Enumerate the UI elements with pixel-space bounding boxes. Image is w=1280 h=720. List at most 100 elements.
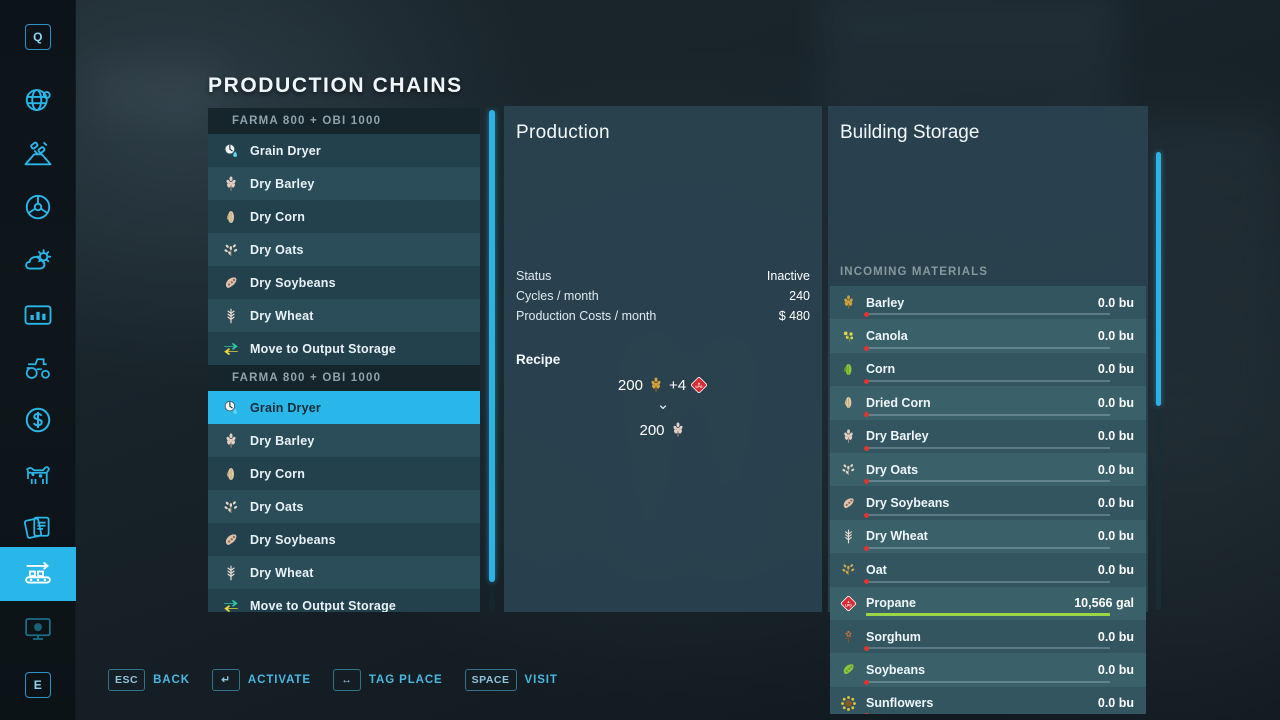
storage-row[interactable]: Canola 0.0 bu	[830, 319, 1146, 353]
footer-hint-label: VISIT	[524, 674, 558, 686]
chain-row-dry-corn[interactable]: Dry Corn	[208, 457, 480, 490]
storage-item-amount: 0.0 bu	[1097, 696, 1134, 711]
production-stat-row: Production Costs / month $ 480	[516, 306, 810, 326]
chain-list-scrollbar-thumb[interactable]	[489, 110, 495, 582]
production-stat-value: 240	[789, 289, 810, 303]
soybean-icon	[838, 660, 858, 680]
chain-row-dry-oats[interactable]: Dry Oats	[208, 233, 480, 266]
storage-item-amount: 0.0 bu	[1097, 496, 1134, 511]
chain-row-dry-soybeans[interactable]: Dry Soybeans	[208, 523, 480, 556]
storage-row[interactable]: Soybeans 0.0 bu	[830, 653, 1146, 687]
sidebar-item-production[interactable]	[0, 547, 76, 601]
sidebar-item-key-e[interactable]: E	[0, 658, 76, 712]
chain-row-dry-oats[interactable]: Dry Oats	[208, 490, 480, 523]
chain-row-move-to-output-storage[interactable]: Move to Output Storage	[208, 589, 480, 612]
barley-dry-icon	[220, 431, 242, 451]
chain-row-dry-corn[interactable]: Dry Corn	[208, 200, 480, 233]
footer-hint-back[interactable]: ESC BACK	[108, 669, 190, 691]
sidebar-item-finances[interactable]	[0, 393, 76, 447]
footer-hint-label: BACK	[153, 674, 190, 686]
chain-row-dry-wheat[interactable]: Dry Wheat	[208, 299, 480, 332]
chain-row-label: Grain Dryer	[250, 400, 321, 415]
storage-row[interactable]: Dry Oats 0.0 bu	[830, 452, 1146, 487]
production-stat-row: Status Inactive	[516, 266, 810, 286]
storage-fill-bar	[866, 680, 1110, 683]
footer-hint-activate[interactable]: ↵ ACTIVATE	[211, 669, 311, 691]
chain-row-dry-barley[interactable]: Dry Barley	[208, 424, 480, 457]
storage-item-amount: 0.0 bu	[1097, 395, 1134, 410]
storage-item-name: Canola	[866, 329, 908, 344]
storage-row[interactable]: Corn 0.0 bu	[830, 352, 1146, 387]
footer-hint-label: TAG PLACE	[368, 674, 443, 686]
storage-item-name: Dried Corn	[866, 395, 931, 410]
storage-row[interactable]: Dry Wheat 0.0 bu	[830, 519, 1146, 554]
sidebar-item-vehicles[interactable]	[0, 180, 76, 234]
chain-row-dry-wheat[interactable]: Dry Wheat	[208, 556, 480, 589]
storage-row[interactable]: Sunflowers 0.0 bu	[830, 686, 1146, 714]
keycap-e: E	[25, 672, 51, 698]
sidebar-item-machines[interactable]	[0, 341, 76, 395]
monitor-icon	[23, 614, 53, 644]
recipe-outputs: 200	[504, 421, 822, 439]
storage-scrollbar-thumb[interactable]	[1156, 152, 1161, 406]
storage-item-name: Oat	[866, 562, 887, 577]
soybean-dry-icon	[220, 530, 242, 550]
storage-row[interactable]: Dry Barley 0.0 bu	[830, 419, 1146, 453]
chain-row-dry-soybeans[interactable]: Dry Soybeans	[208, 266, 480, 299]
storage-fill-bar	[866, 612, 1110, 616]
footer-hints: ESC BACK ↵ ACTIVATE ↔ TAG PLACE SPACE VISIT	[108, 668, 558, 692]
footer-hint-visit[interactable]: SPACE VISIT	[464, 669, 558, 691]
production-panel: Production Status Inactive Cycles / month 2…	[504, 106, 822, 612]
soybean-dry-icon	[220, 273, 242, 293]
storage-row[interactable]: Oat 0.0 bu	[830, 553, 1146, 587]
storage-panel-title: Building Storage	[840, 122, 980, 143]
globe-icon	[23, 85, 53, 115]
sidebar-item-statistics[interactable]	[0, 288, 76, 342]
production-stat-value: $ 480	[778, 309, 810, 323]
sidebar-item-weather[interactable]	[0, 234, 76, 288]
production-stat-label: Status	[516, 269, 552, 283]
storage-row[interactable]: Dry Soybeans 0.0 bu	[830, 486, 1146, 520]
sidebar-item-key-q[interactable]: Q	[0, 10, 76, 64]
chain-row-label: Dry Barley	[250, 433, 315, 448]
storage-fill-bar	[866, 547, 1110, 550]
chain-row-label: Move to Output Storage	[250, 598, 397, 613]
chain-group-header: FARMA 800 + OBI 1000	[208, 108, 480, 134]
storage-item-name: Sunflowers	[866, 696, 934, 711]
storage-fill-bar	[866, 513, 1110, 516]
storage-threshold-marker	[864, 512, 869, 518]
recipe-amount: 200	[639, 421, 665, 439]
background-blur-shape	[1130, 120, 1280, 540]
keycap-q: Q	[25, 24, 51, 50]
storage-fill-bar	[866, 446, 1110, 449]
storage-item-amount: 0.0 bu	[1097, 329, 1134, 344]
documents-icon	[23, 512, 53, 542]
storage-threshold-marker	[864, 479, 869, 485]
conveyor-icon	[23, 559, 53, 589]
sidebar-item-radio[interactable]	[0, 602, 76, 656]
production-panel-title: Production	[516, 122, 610, 143]
sidebar-item-animals[interactable]	[0, 447, 76, 501]
footer-hint-tag-place[interactable]: ↔ TAG PLACE	[332, 669, 443, 691]
chain-row-dry-barley[interactable]: Dry Barley	[208, 167, 480, 200]
oat-dry-icon	[838, 460, 858, 480]
production-chain-list[interactable]: FARMA 800 + OBI 1000 Grain Dryer Dry Barle…	[208, 108, 488, 612]
production-stat-row: Cycles / month 240	[516, 286, 810, 306]
wheat-dry-icon	[220, 563, 242, 583]
sidebar-item-map-overview[interactable]	[0, 73, 76, 127]
storage-row[interactable]: Sorghum 0.0 bu	[830, 619, 1146, 654]
satellite-icon	[23, 138, 53, 168]
chain-row-label: Dry Oats	[250, 499, 304, 514]
sidebar-item-contracts[interactable]	[0, 500, 76, 554]
chain-row-move-to-output-storage[interactable]: Move to Output Storage	[208, 332, 480, 365]
chain-row-label: Dry Corn	[250, 466, 306, 481]
chain-row-grain-dryer[interactable]: Grain Dryer	[208, 391, 480, 424]
storage-item-amount: 0.0 bu	[1097, 429, 1134, 444]
storage-row[interactable]: Dried Corn 0.0 bu	[830, 386, 1146, 420]
sidebar-item-terrain[interactable]	[0, 126, 76, 180]
storage-row[interactable]: Barley 0.0 bu	[830, 286, 1146, 320]
chain-row-grain-dryer[interactable]: Grain Dryer	[208, 134, 480, 167]
storage-threshold-marker	[864, 412, 869, 418]
storage-item-name: Dry Barley	[866, 429, 929, 444]
storage-row[interactable]: ▲ LPG Propane 10,566 gal	[830, 586, 1146, 620]
